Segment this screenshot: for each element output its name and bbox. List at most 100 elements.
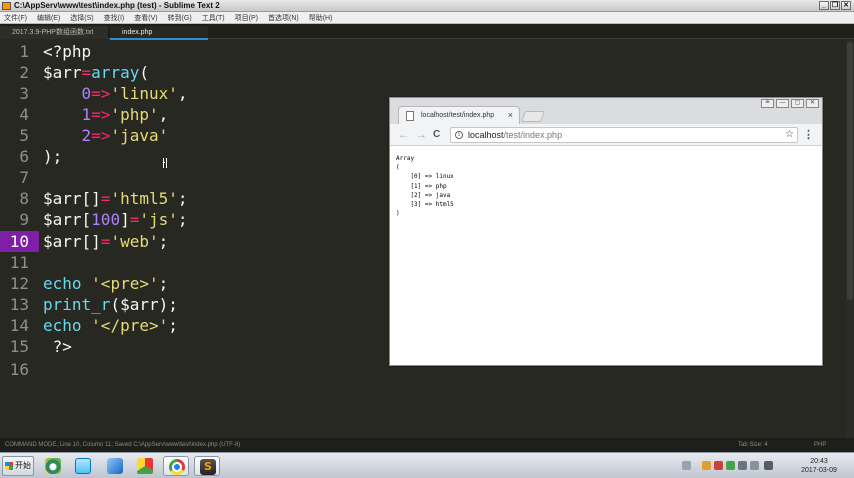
profile-icon[interactable]: ≗ [761,99,774,108]
green-status-icon[interactable] [726,461,735,470]
browser-tab[interactable]: localhost/test/index.php × [398,106,520,124]
screen: { "sublime": { "window_title": "C:\\AppS… [0,0,854,478]
chrome-close-button[interactable]: ✕ [806,99,819,108]
bookmark-star-icon[interactable]: ☆ [785,128,794,142]
code-line: $arr[]='html5'; [43,189,188,208]
menu-edit[interactable]: 编辑(E) [37,13,60,23]
url-path: /test/index.php [503,130,563,140]
taskbar-color-button[interactable] [132,456,158,476]
menu-preferences[interactable]: 首选项(N) [268,13,299,23]
reload-icon[interactable]: C [433,127,440,143]
taskbar-ie-button[interactable] [40,456,66,476]
code-line: ?> [52,337,72,356]
line-number: 7 [19,168,29,187]
minimize-button[interactable]: _ [819,1,829,10]
page-content: Array ( [0] => linux [1] => php [2] => j… [390,146,822,365]
close-tab-icon[interactable]: × [508,107,513,124]
code-line: $arr=array( [43,63,149,82]
forward-arrow-icon[interactable]: → [416,127,427,143]
code-line: $arr[100]='js'; [43,210,188,229]
info-icon[interactable]: i [455,131,463,139]
status-bar: COMMAND MODE, Line 10, Column 11; Saved … [0,438,854,452]
line-number: 5 [19,126,29,145]
taskbar-chrome-button[interactable] [163,456,189,476]
sublime-icon [200,459,216,475]
speaker-icon[interactable] [764,461,773,470]
tab-txt-file[interactable]: 2017.3.9-PHP数组函数.txt [0,26,108,39]
line-number: 12 [9,274,29,293]
syntax-indicator[interactable]: PHP [814,438,826,452]
code-line: ); [43,147,63,166]
menu-view[interactable]: 查看(V) [134,13,157,23]
back-arrow-icon[interactable]: ← [398,127,409,143]
url-text: localhost/test/index.php [468,128,562,142]
chrome-window: localhost/test/index.php × ≗ — ▢ ✕ ← → C… [389,97,823,366]
taskbar-tools-button[interactable] [102,456,128,476]
line-number: 6 [19,147,29,166]
close-button[interactable]: ✕ [841,1,851,10]
volume-icon[interactable] [738,461,747,470]
url-host: localhost [468,130,504,140]
tab-index-php[interactable]: index.php [110,26,208,40]
code-line: echo '</pre>'; [43,316,178,335]
line-number: 14 [9,316,29,335]
keyboard-icon[interactable] [682,461,691,470]
line-number: 2 [19,63,29,82]
sublime-title-bar: C:\AppServ\www\test\index.php (test) - S… [0,0,854,12]
line-number: 4 [19,105,29,124]
line-number: 9 [19,210,29,229]
print-r-output: Array ( [0] => linux [1] => php [2] => j… [396,155,454,218]
start-label: 开始 [15,461,31,470]
scrollbar-thumb[interactable] [847,42,853,300]
line-number: 3 [19,84,29,103]
code-line: <?php [43,42,92,61]
menu-tools[interactable]: 工具(T) [202,13,225,23]
restore-button[interactable]: ❐ [830,1,840,10]
new-tab-button[interactable] [520,111,546,122]
display-icon[interactable] [750,461,759,470]
code-line: echo '<pre>'; [43,274,169,293]
system-tray [680,458,780,474]
address-bar[interactable]: i localhost/test/index.php ☆ [450,127,798,143]
chrome-tab-strip: localhost/test/index.php × ≗ — ▢ ✕ [390,98,822,124]
editor-scrollbar[interactable] [846,40,854,438]
line-number: 16 [9,360,29,379]
line-number: 1 [19,42,29,61]
taskbar-sublime-button[interactable] [194,456,220,476]
network-icon[interactable] [702,461,711,470]
code-line: print_r($arr); [43,295,178,314]
window-controls: _ ❐ ✕ [819,1,851,10]
menu-project[interactable]: 项目(P) [235,13,258,23]
page-icon [406,111,414,121]
code-line: 2=>'java' [81,126,169,145]
menu-goto[interactable]: 转到(G) [168,13,192,23]
menu-file[interactable]: 文件(F) [4,13,27,23]
menu-selection[interactable]: 选择(S) [70,13,93,23]
system-clock[interactable]: 20:43 2017-03-09 [790,457,848,475]
code-line: 1=>'php', [81,105,169,124]
line-number: 13 [9,295,29,314]
tab-size-indicator[interactable]: Tab Size: 4 [738,438,768,452]
security-icon[interactable] [714,461,723,470]
start-button[interactable]: 开始 [2,456,34,476]
taskbar-chat-button[interactable] [70,456,96,476]
menu-help[interactable]: 帮助(H) [309,13,333,23]
chrome-window-controls: ≗ — ▢ ✕ [761,99,819,108]
line-number-active: 10 [0,231,39,252]
code-line: $arr[]='web'; [43,232,169,251]
browser-menu-icon[interactable]: ⋮ [803,127,814,143]
line-number: 15 [9,337,29,356]
editor-tab-bar: 2017.3.9-PHP数组函数.txt index.php [0,24,854,40]
status-text: COMMAND MODE, Line 10, Column 11; Saved … [5,442,241,448]
browser-toolbar: ← → C i localhost/test/index.php ☆ ⋮ [390,124,822,146]
chrome-minimize-button[interactable]: — [776,99,789,108]
menu-bar: 文件(F) 编辑(E) 选择(S) 查找(I) 查看(V) 转到(G) 工具(T… [0,12,854,24]
ie-icon [45,458,61,474]
tools-icon [107,458,123,474]
menu-find[interactable]: 查找(I) [104,13,125,23]
code-line: 0=>'linux', [81,84,188,103]
browser-tab-label: localhost/test/index.php [421,112,495,119]
windows-taskbar: 开始 20:43 2017-03-09 [0,452,854,478]
sublime-app-icon [2,2,11,10]
chrome-maximize-button[interactable]: ▢ [791,99,804,108]
